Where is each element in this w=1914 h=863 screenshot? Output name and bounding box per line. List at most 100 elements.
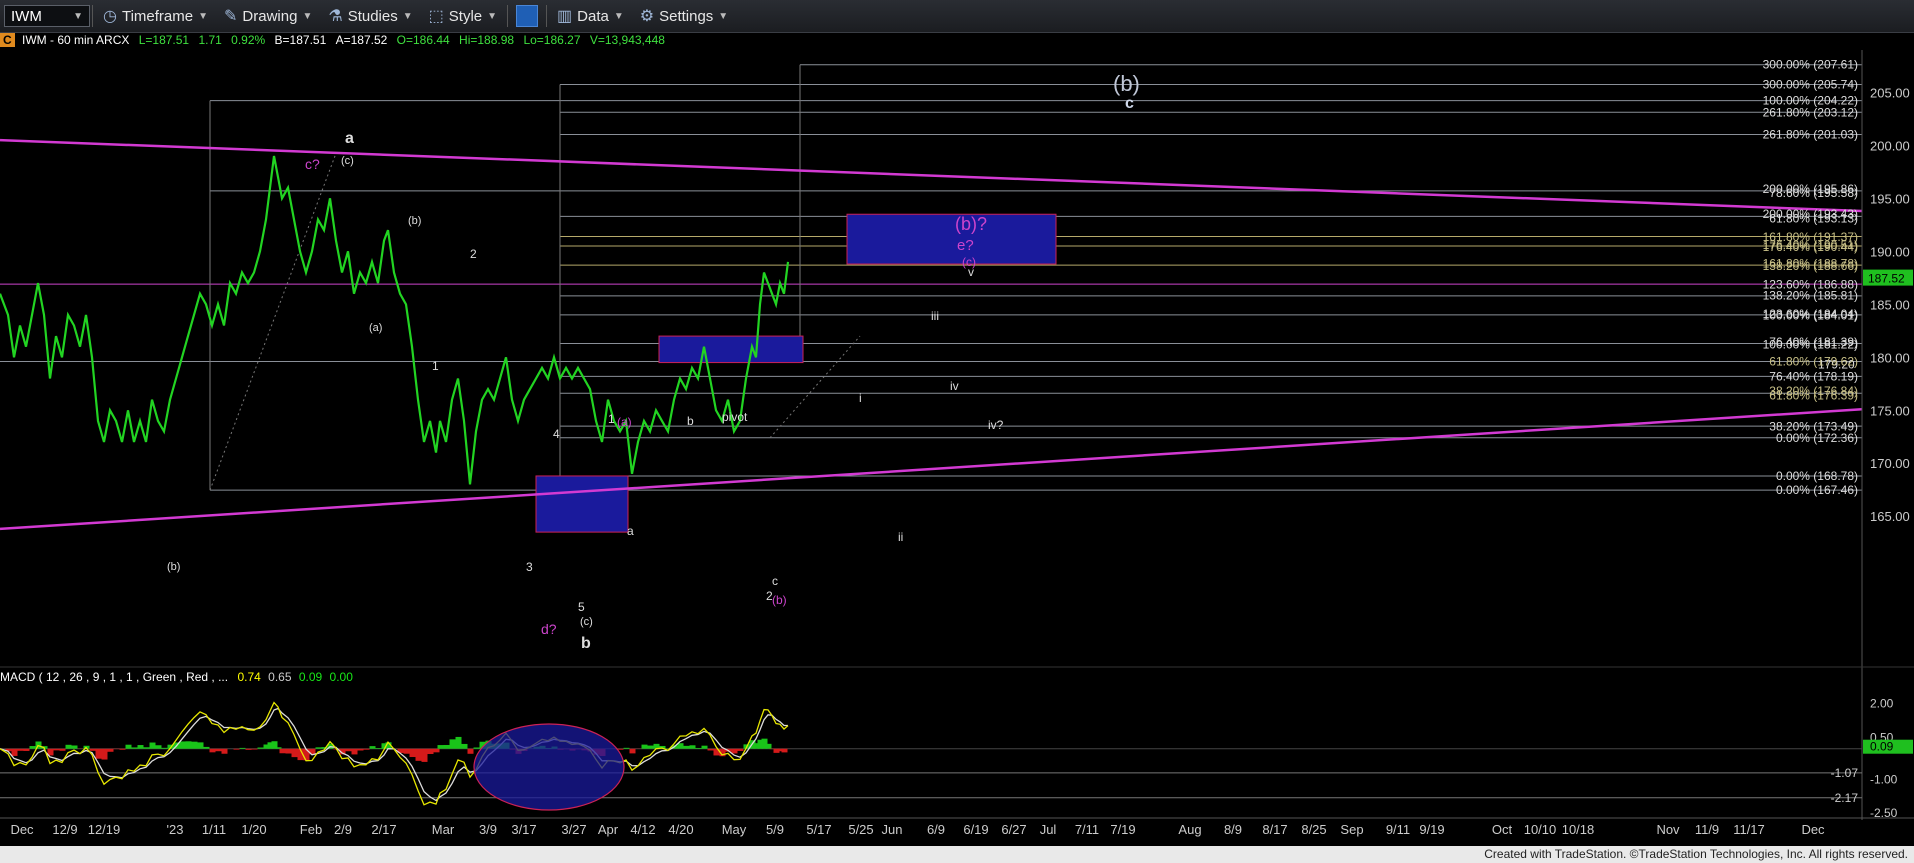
macd-histogram-bar	[257, 747, 264, 749]
macd-info-line: MACD ( 12 , 26 , 9 , 1 , 1 , Green , Red…	[0, 670, 353, 684]
macd-histogram-bar	[185, 741, 192, 749]
wave-label: 2	[470, 247, 477, 261]
macd-histogram-bar	[427, 748, 434, 755]
fib-level-label: 261.80% (201.03)	[1763, 127, 1858, 141]
time-tick-label: '23	[167, 822, 184, 837]
wave-label: c	[1125, 95, 1134, 112]
fib-level-label: 0.00% (168.78)	[1776, 469, 1858, 483]
wave-label: 4	[553, 427, 560, 441]
price-tick-label: 170.00	[1870, 456, 1910, 471]
macd-histogram-bar	[131, 747, 138, 749]
time-tick-label: 10/10	[1524, 822, 1557, 837]
macd-histogram-bar	[107, 748, 114, 752]
macd-histogram-bar	[71, 745, 78, 749]
macd-histogram-bar	[11, 748, 18, 756]
macd-tick-label: -1.07	[1831, 766, 1859, 780]
macd-histogram-bar	[695, 747, 702, 749]
macd-histogram-bar	[473, 747, 480, 749]
macd-histogram-bar	[403, 748, 410, 754]
fib-level-label: 78.60% (195.58)	[1769, 186, 1858, 200]
status-badge: C	[0, 33, 15, 47]
macd-histogram-bar	[95, 748, 102, 759]
macd-value: 0.74	[237, 670, 261, 684]
wave-label: b	[581, 635, 591, 652]
macd-histogram-bar	[461, 743, 468, 749]
macd-histogram-bar	[221, 748, 228, 754]
macd-histogram-bar	[345, 748, 352, 752]
wave-label: (b)	[1113, 71, 1140, 96]
wave-label: b	[687, 414, 694, 428]
macd-histogram-bar	[197, 742, 204, 749]
time-tick-label: 8/9	[1224, 822, 1242, 837]
macd-histogram-bar	[433, 748, 440, 753]
macd-current-label: 0.09	[1870, 740, 1894, 754]
wave-label-magenta: (b)	[772, 593, 787, 607]
macd-histogram-bar	[357, 748, 364, 751]
fib-level-label: 61.80% (193.13)	[1769, 211, 1858, 225]
price-tick-label: 205.00	[1870, 85, 1910, 100]
wave-label-magenta: (c)	[962, 255, 976, 269]
macd-histogram-bar	[415, 748, 422, 761]
time-tick-label: Oct	[1492, 822, 1513, 837]
wave-label: ii	[898, 530, 903, 544]
macd-histogram-bar	[59, 748, 66, 751]
macd-histogram-bar	[125, 744, 132, 749]
wave-label-magenta: e?	[957, 237, 974, 254]
macd-histogram-bar	[279, 748, 286, 754]
price-tick-label: 200.00	[1870, 138, 1910, 153]
macd-histogram-bar	[65, 744, 72, 749]
wave-label: (c)	[580, 616, 593, 628]
fib-level-label: 76.40% (178.19)	[1769, 369, 1858, 383]
volume: V=13,943,448	[589, 33, 665, 47]
macd-histogram-bar	[215, 748, 222, 752]
target-box-b	[535, 475, 629, 533]
time-tick-label: 12/19	[88, 822, 121, 837]
time-tick-label: Apr	[598, 822, 619, 837]
macd-tick-label: -1.00	[1870, 772, 1898, 786]
time-tick-label: Aug	[1178, 822, 1201, 837]
ask-price: A=187.52	[335, 33, 388, 47]
wave-label: iv?	[988, 418, 1004, 432]
price-tick-label: 185.00	[1870, 297, 1910, 312]
macd-histogram-value: 0.09	[298, 670, 323, 684]
wave-label-magenta: d?	[541, 621, 557, 637]
time-tick-label: 2/17	[371, 822, 396, 837]
time-tick-label: Dec	[10, 822, 34, 837]
time-tick-label: 4/12	[630, 822, 655, 837]
lower-trendline	[0, 407, 1863, 531]
price-chart[interactable]: 165.00 170.00 175.00 180.00 185.00 190.00 195.…	[0, 0, 1914, 846]
time-tick-label: 12/9	[52, 822, 77, 837]
last-price: L=187.51	[138, 33, 190, 47]
time-tick-label: Dec	[1801, 822, 1825, 837]
macd-histogram-bar	[731, 748, 738, 754]
wave-label-magenta: c?	[305, 156, 320, 172]
fib-level-label: 138.20% (188.66)	[1763, 259, 1858, 273]
macd-zero-value: 0.00	[329, 670, 353, 684]
macd-histogram-bar	[437, 745, 444, 749]
wave-label: 5	[578, 600, 585, 614]
macd-histogram-bar	[291, 748, 298, 758]
fib-level-label: 138.20% (185.81)	[1763, 289, 1858, 303]
wave-label: 3	[526, 560, 533, 574]
time-tick-label: 1/11	[202, 822, 226, 837]
macd-signal-value: 0.65	[268, 670, 292, 684]
time-tick-label: 10/18	[1562, 822, 1595, 837]
macd-histogram-bar	[363, 748, 370, 750]
fib-level-label: 0.00% (172.36)	[1776, 431, 1858, 445]
symbol-description: IWM - 60 min ARCX	[22, 33, 130, 47]
time-tick-label: 5/25	[848, 822, 873, 837]
macd-histogram-bar	[443, 744, 450, 749]
time-tick-label: 4/20	[668, 822, 693, 837]
wave-label: c	[772, 574, 778, 588]
macd-histogram-bar	[23, 748, 30, 751]
macd-histogram-bar	[623, 747, 630, 749]
fib-level-label: 100.00% (184.01)	[1763, 308, 1858, 322]
macd-histogram-bar	[143, 747, 150, 749]
pivot-box	[658, 335, 804, 364]
macd-line	[0, 701, 789, 806]
macd-tick-label: 2.00	[1870, 697, 1894, 711]
wave-label: iv	[950, 379, 959, 393]
percent-change: 0.92%	[231, 33, 266, 47]
time-tick-label: Jun	[882, 822, 903, 837]
macd-histogram-bar	[275, 747, 282, 749]
